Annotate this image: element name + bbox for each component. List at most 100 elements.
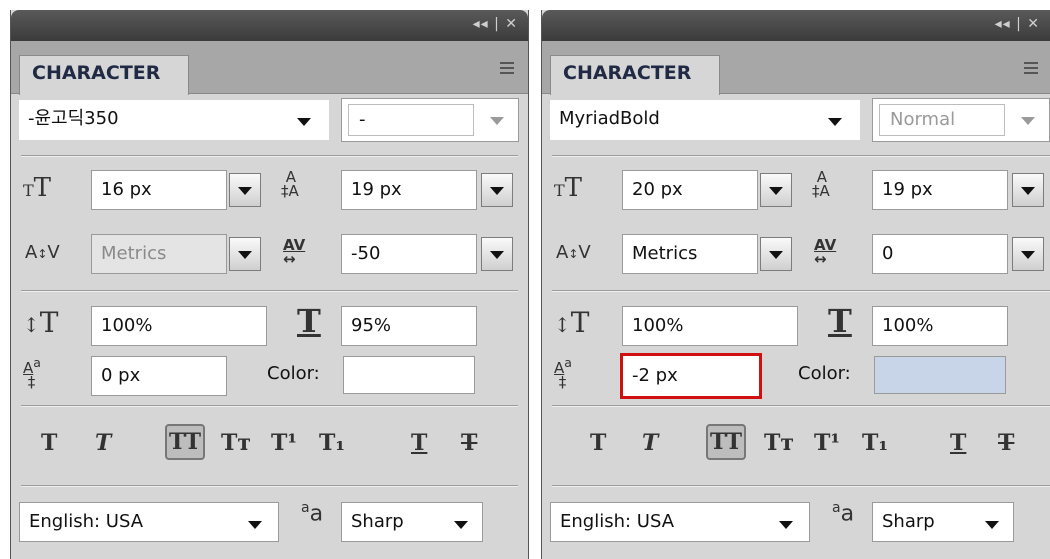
vertical-scale-field[interactable]: 100% [622, 306, 798, 346]
subscript-button[interactable]: T₁ [862, 430, 888, 456]
panel-titlebar: ◂◂ | ✕ [11, 10, 528, 41]
superscript-button[interactable]: T¹ [271, 430, 297, 456]
language-select[interactable]: English: USA [550, 502, 810, 542]
tab-character[interactable]: CHARACTER [550, 55, 720, 95]
character-panel-right: ◂◂ | ✕ CHARACTER MyriadBold Normal TT 20… [541, 10, 1050, 559]
panel-titlebar: ◂◂ | ✕ [542, 10, 1050, 41]
panel-menu-icon[interactable] [1018, 59, 1038, 75]
font-family-value: -윤고딕350 [28, 108, 119, 129]
faux-italic-button[interactable]: T [95, 430, 111, 456]
baseline-shift-field[interactable]: 0 px [91, 356, 227, 396]
faux-italic-button[interactable]: T [642, 430, 658, 456]
leading-icon: A ‡A [812, 168, 830, 200]
horizontal-scale-field[interactable]: 100% [872, 306, 1008, 346]
underline-button[interactable]: T [411, 430, 427, 456]
font-size-dropdown-button[interactable] [229, 173, 261, 207]
panel-tab-row: CHARACTER [11, 41, 528, 95]
tab-label: CHARACTER [563, 62, 692, 84]
kerning-dropdown-button[interactable] [229, 237, 261, 271]
font-size-field[interactable]: 16 px [91, 170, 227, 210]
vertical-scale-value: 100% [632, 315, 684, 336]
subscript-button[interactable]: T₁ [319, 430, 345, 456]
all-caps-button[interactable]: TT [706, 424, 746, 460]
color-swatch[interactable] [874, 356, 1006, 394]
type-style-buttons: T T TT Tт T¹ T₁ T T [542, 424, 1050, 470]
leading-value: 19 px [351, 179, 402, 200]
panel-collapse-close-controls[interactable]: ◂◂ | ✕ [473, 16, 518, 32]
vertical-scale-value: 100% [101, 315, 153, 336]
font-style-select[interactable]: - [341, 98, 519, 142]
horizontal-scale-icon: T [828, 302, 852, 340]
panel-collapse-close-controls[interactable]: ◂◂ | ✕ [995, 16, 1040, 32]
chevron-down-icon [1021, 251, 1035, 259]
chevron-down-icon [779, 521, 793, 529]
tracking-icon: AV ↔ [283, 236, 306, 268]
font-style-value: - [348, 104, 474, 136]
tracking-dropdown-button[interactable] [481, 237, 513, 271]
faux-bold-button[interactable]: T [41, 430, 57, 456]
baseline-shift-icon: Aa ‡ [554, 355, 572, 391]
language-select[interactable]: English: USA [19, 502, 279, 542]
small-caps-button[interactable]: Tт [764, 430, 794, 456]
leading-dropdown-button[interactable] [481, 173, 513, 207]
leading-icon: A ‡A [281, 168, 299, 200]
leading-field[interactable]: 19 px [872, 170, 1008, 210]
baseline-shift-icon: Aa ‡ [23, 355, 41, 391]
antialias-select[interactable]: Sharp [341, 502, 483, 542]
font-family-select[interactable]: -윤고딕350 [19, 100, 329, 140]
divider [21, 405, 518, 407]
all-caps-button[interactable]: TT [165, 424, 205, 460]
font-size-field[interactable]: 20 px [622, 170, 758, 210]
divider [552, 155, 1050, 157]
strikethrough-button[interactable]: T [998, 430, 1014, 456]
divider [552, 405, 1050, 407]
antialias-icon: aa [301, 500, 324, 527]
language-value: English: USA [560, 511, 675, 532]
chevron-down-icon [248, 521, 262, 529]
kerning-value: Metrics [632, 243, 698, 264]
type-style-buttons: T T TT Tт T¹ T₁ T T [11, 424, 528, 470]
color-label: Color: [267, 363, 320, 384]
font-style-select[interactable]: Normal [872, 98, 1050, 142]
faux-bold-button[interactable]: T [590, 430, 606, 456]
tracking-dropdown-button[interactable] [1012, 237, 1044, 271]
antialias-select[interactable]: Sharp [872, 502, 1014, 542]
baseline-shift-field[interactable]: -2 px [620, 353, 762, 399]
vertical-scale-icon: ↕T [23, 306, 59, 339]
font-size-dropdown-button[interactable] [760, 173, 792, 207]
tracking-value: -50 [351, 243, 381, 264]
color-label: Color: [798, 363, 851, 384]
underline-button[interactable]: T [950, 430, 966, 456]
panel-menu-icon[interactable] [494, 59, 514, 75]
language-value: English: USA [29, 511, 144, 532]
kerning-field[interactable]: Metrics [622, 234, 758, 274]
chevron-down-icon [985, 521, 999, 529]
chevron-down-icon [490, 187, 504, 195]
kerning-value: Metrics [101, 243, 167, 264]
antialias-value: Sharp [351, 511, 404, 532]
divider [21, 290, 518, 292]
chevron-down-icon [454, 521, 468, 529]
leading-dropdown-button[interactable] [1012, 173, 1044, 207]
kerning-field[interactable]: Metrics [91, 234, 227, 274]
tracking-field[interactable]: 0 [872, 234, 1008, 274]
font-size-value: 16 px [101, 179, 152, 200]
chevron-down-icon [490, 117, 504, 125]
horizontal-scale-value: 100% [882, 315, 934, 336]
kerning-dropdown-button[interactable] [760, 237, 792, 271]
vertical-scale-field[interactable]: 100% [91, 306, 267, 346]
tracking-icon: AV ↔ [814, 236, 837, 268]
leading-field[interactable]: 19 px [341, 170, 477, 210]
superscript-button[interactable]: T¹ [814, 430, 840, 456]
strikethrough-button[interactable]: T [461, 430, 477, 456]
chevron-down-icon [1021, 117, 1035, 125]
divider [21, 155, 518, 157]
horizontal-scale-field[interactable]: 95% [341, 306, 477, 346]
antialias-icon: aa [832, 500, 855, 527]
font-family-select[interactable]: MyriadBold [550, 100, 860, 140]
small-caps-button[interactable]: Tт [221, 430, 251, 456]
divider [21, 485, 518, 487]
tracking-field[interactable]: -50 [341, 234, 477, 274]
color-swatch[interactable] [343, 356, 475, 394]
tab-character[interactable]: CHARACTER [19, 55, 189, 95]
